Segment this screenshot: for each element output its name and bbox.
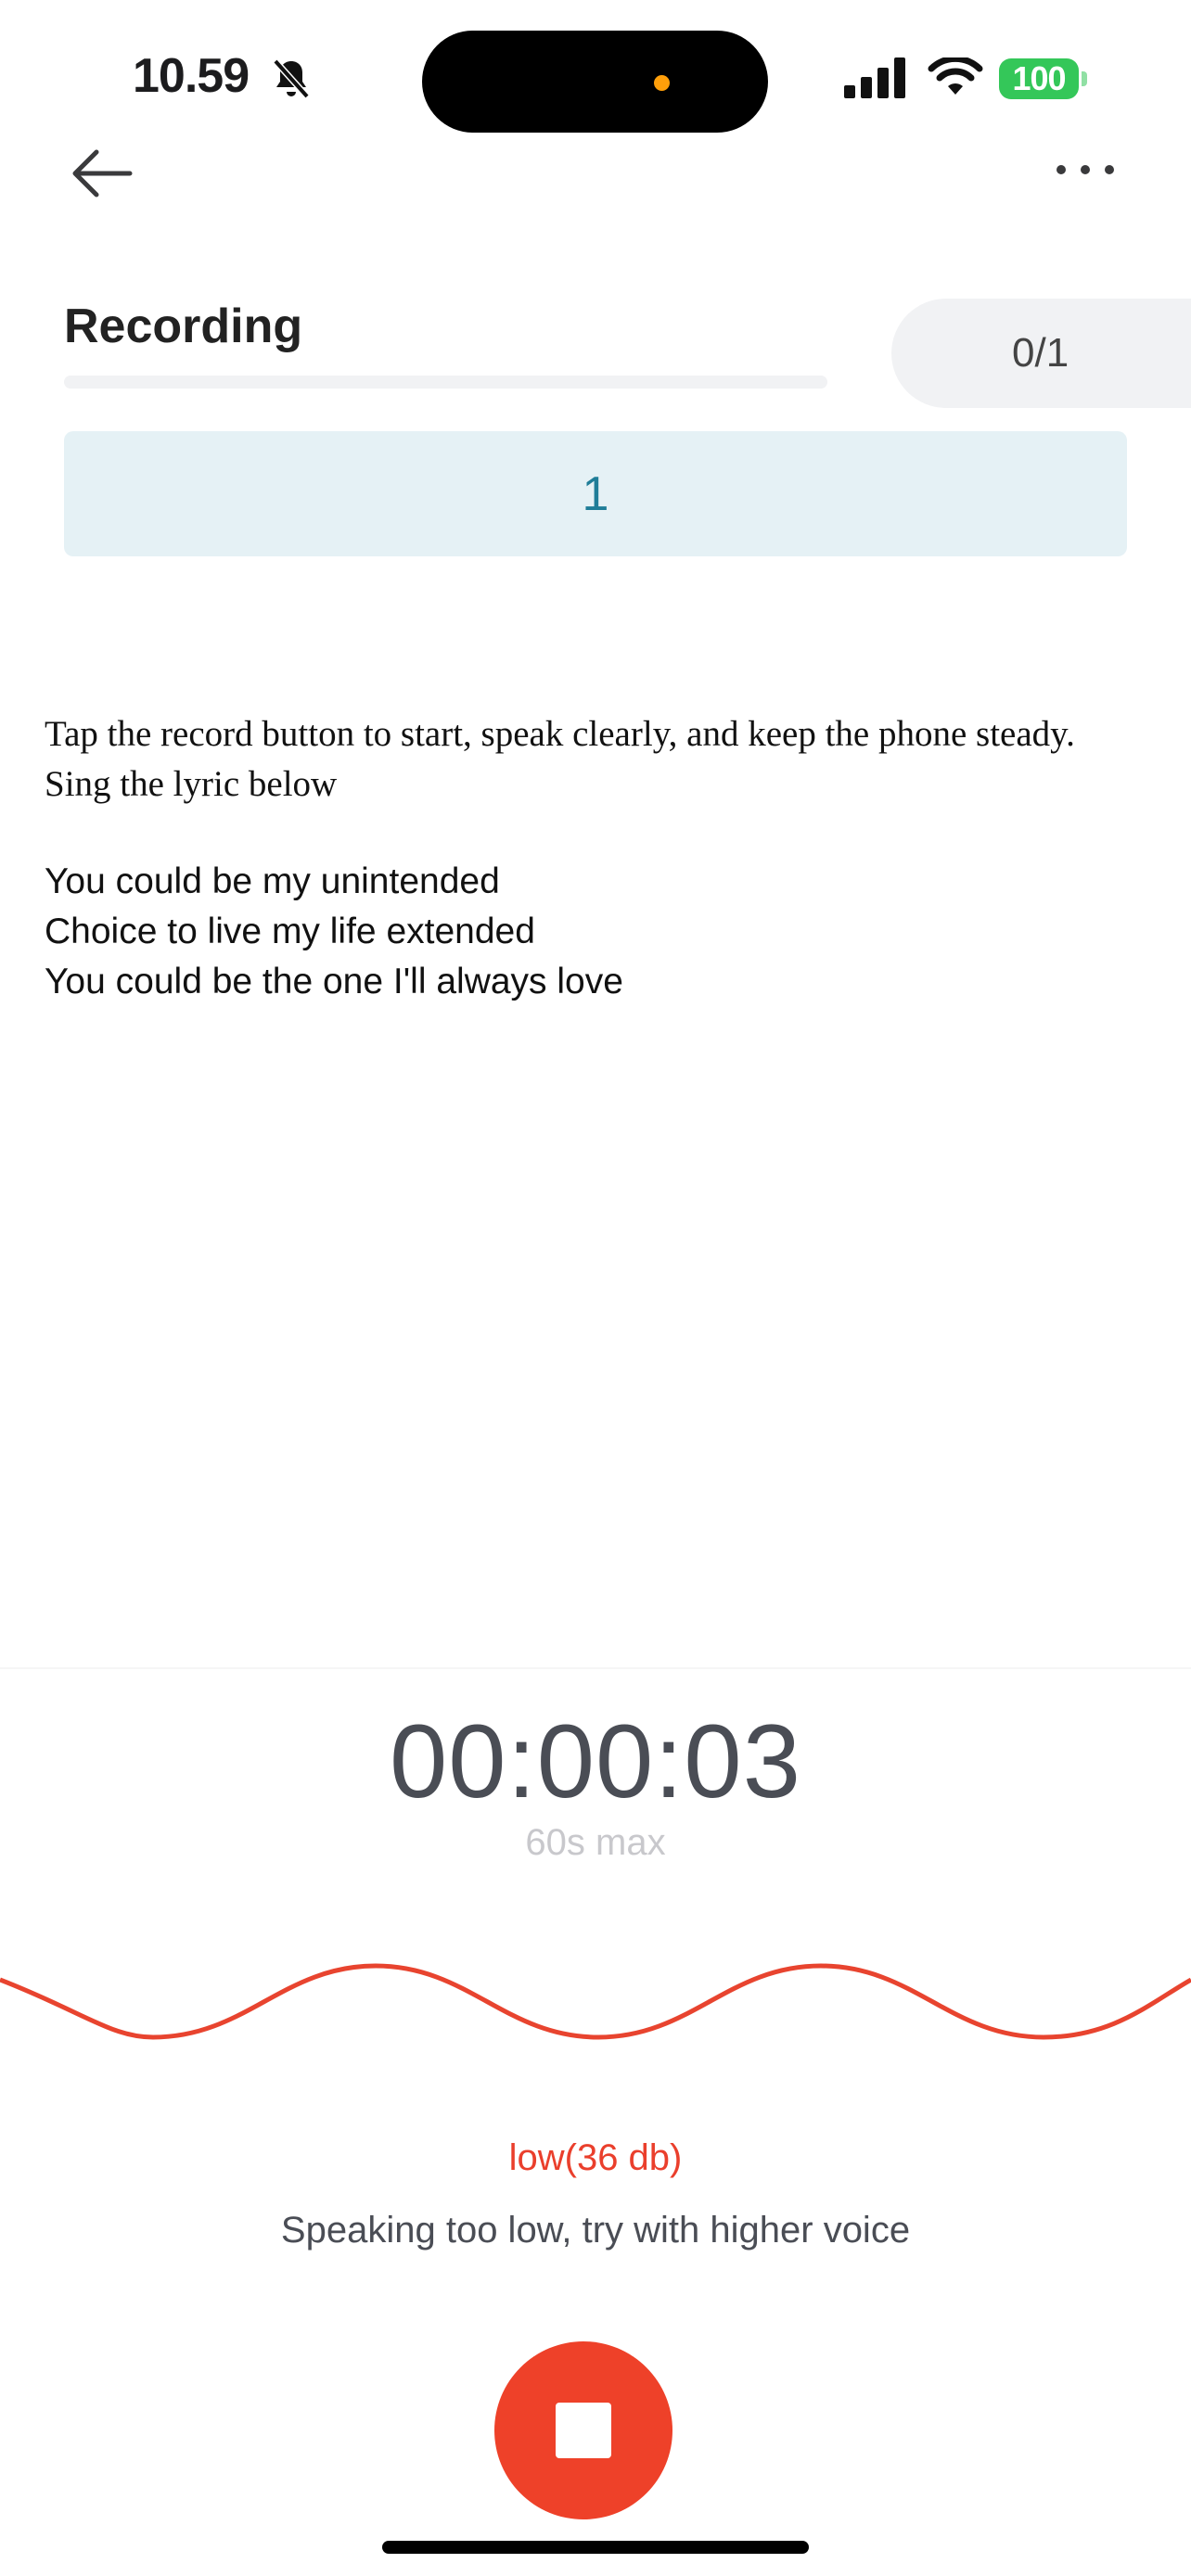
step-indicator[interactable]: 1 <box>64 431 1127 556</box>
wifi-icon <box>928 55 983 103</box>
arrow-left-icon <box>69 147 134 204</box>
home-indicator <box>382 2541 809 2554</box>
page-title: Recording <box>64 300 303 353</box>
lyric-line: You could be the one I'll always love <box>45 962 623 1001</box>
stop-recording-button[interactable] <box>494 2341 672 2519</box>
status-time: 10.59 <box>133 49 250 103</box>
more-dots-icon <box>1056 163 1115 180</box>
recording-screen: 10.59 100 Recording 0/1 1 Tap the record… <box>0 0 1191 2576</box>
lyric-line: You could be my unintended <box>45 861 500 901</box>
recording-timer: 00:00:03 <box>390 1703 801 1819</box>
battery-cap <box>1082 71 1087 86</box>
battery-indicator: 100 <box>999 58 1079 99</box>
stop-icon <box>556 2403 611 2458</box>
cellular-signal-icon <box>844 57 907 103</box>
instruction-text: Tap the record button to start, speak cl… <box>45 709 1158 810</box>
more-options-button[interactable] <box>1048 148 1122 195</box>
instruction-line: Sing the lyric below <box>45 764 338 804</box>
lyric-line: Choice to live my life extended <box>45 912 535 951</box>
lyrics-block: You could be my unintended Choice to liv… <box>45 857 623 1007</box>
dynamic-island <box>422 31 768 133</box>
task-progress-bar <box>64 376 827 389</box>
max-duration-label: 60s max <box>525 1822 666 1863</box>
mic-indicator-dot <box>654 75 670 91</box>
volume-hint: Speaking too low, try with higher voice <box>280 2210 911 2251</box>
panel-divider <box>0 1667 1191 1669</box>
instruction-line: Tap the record button to start, speak cl… <box>45 714 1075 754</box>
back-button[interactable] <box>69 143 143 208</box>
audio-waveform <box>0 1963 1191 2040</box>
task-count-badge: 0/1 <box>891 299 1191 408</box>
volume-level-label: low(36 db) <box>508 2137 683 2178</box>
bell-slash-icon <box>271 57 312 105</box>
